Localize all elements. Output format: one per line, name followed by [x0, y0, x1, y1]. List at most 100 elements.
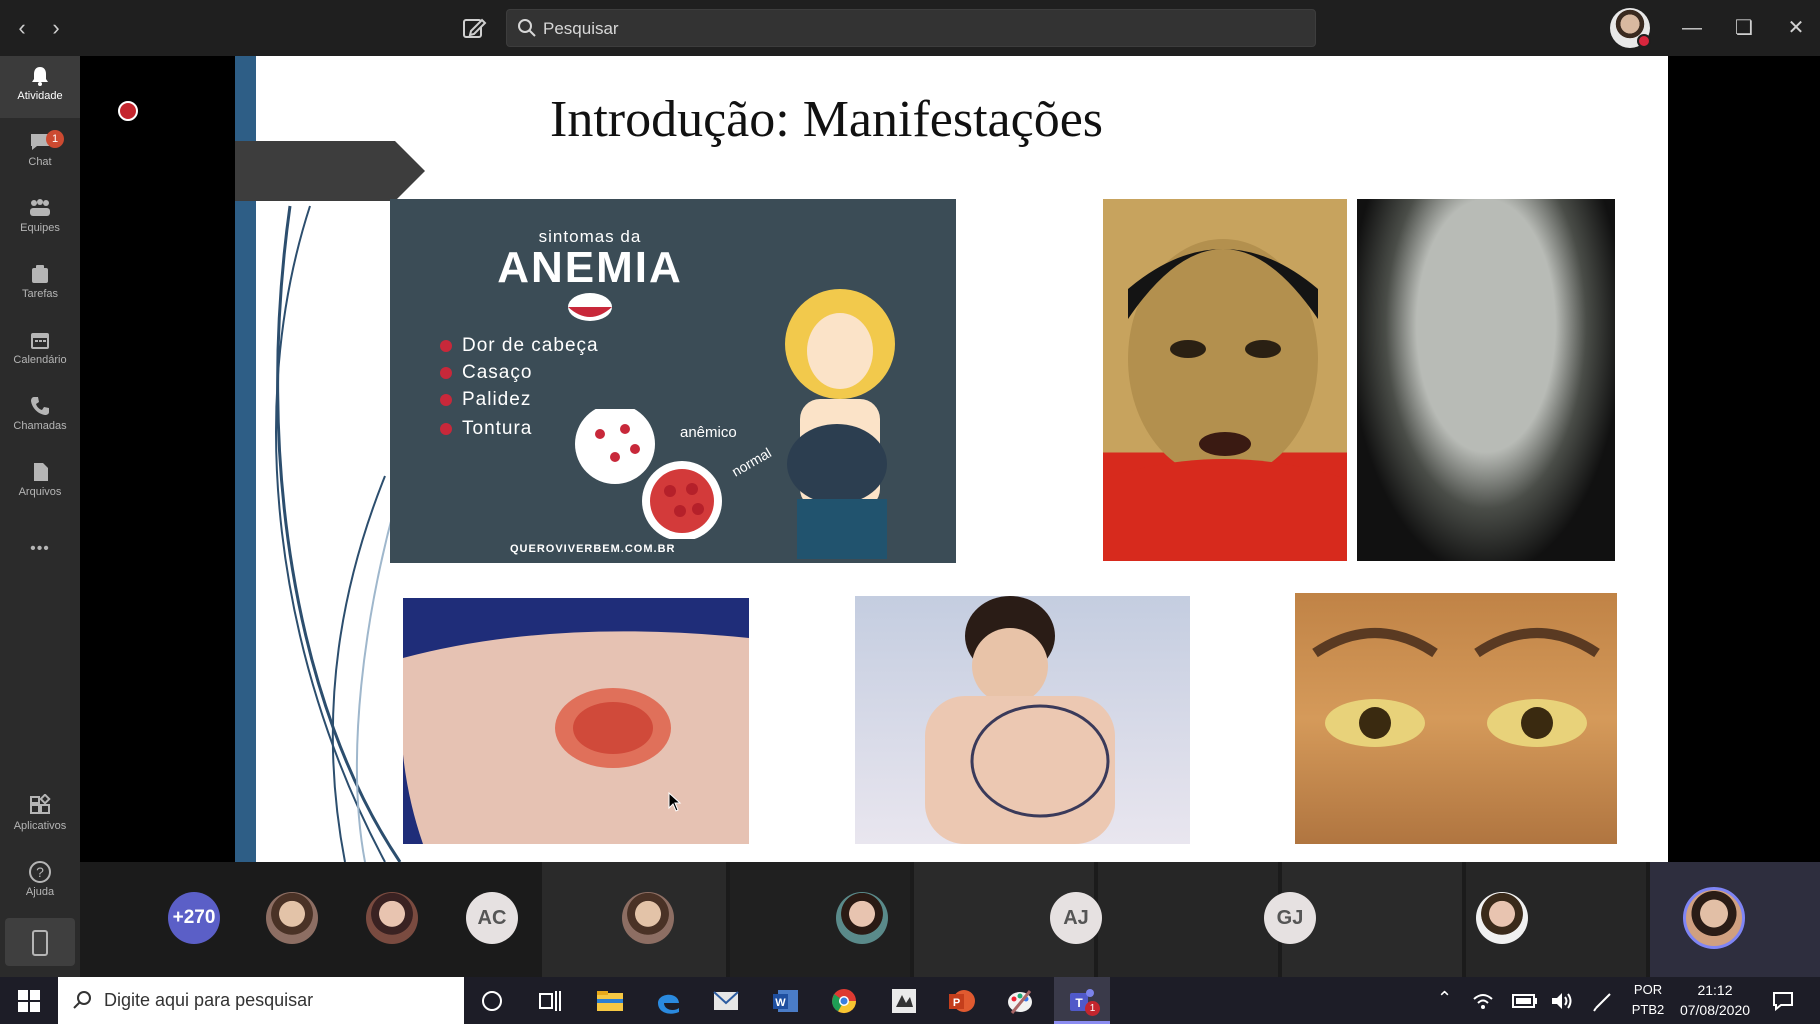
rail-label: Aplicativos: [13, 820, 67, 832]
label-normal: normal: [728, 444, 774, 480]
svg-text:T: T: [1075, 996, 1083, 1010]
rail-label: Equipes: [20, 222, 60, 234]
rail-item-calls[interactable]: Chamadas: [0, 386, 80, 448]
notifications-icon[interactable]: [1772, 991, 1794, 1011]
participant-overflow-badge[interactable]: +270: [168, 892, 220, 944]
clock-time[interactable]: 21:12: [1672, 982, 1758, 998]
keyboard-layout[interactable]: PTB2: [1626, 1002, 1670, 1017]
symptom-item: Palidez: [440, 389, 531, 411]
restore-icon[interactable]: ❏: [1728, 12, 1760, 44]
participant-avatar[interactable]: [266, 892, 318, 944]
title-bar: ‹ › Pesquisar — ❏ ✕: [0, 0, 1820, 56]
windows-start-icon[interactable]: [18, 990, 40, 1012]
participant-avatar[interactable]: AJ: [1050, 892, 1102, 944]
teams-icon: [30, 199, 50, 216]
recording-indicator: [118, 101, 138, 121]
bell-icon: [32, 67, 48, 86]
leg-ulcer-illustration: [403, 631, 749, 844]
anemia-symptoms-infographic: sintomas da ANEMIA Dor de cabeça Casaço …: [390, 199, 956, 563]
rail-item-calendar[interactable]: Calendário: [0, 320, 80, 382]
mobile-icon: [32, 930, 48, 956]
rail-label: Tarefas: [21, 288, 59, 300]
paint-icon[interactable]: [1004, 985, 1036, 1017]
task-view-icon[interactable]: [534, 985, 566, 1017]
svg-text:P: P: [953, 997, 960, 1009]
rail-item-help[interactable]: ? Ajuda: [0, 852, 80, 914]
infographic-title: ANEMIA: [497, 243, 683, 292]
volume-icon[interactable]: [1550, 991, 1574, 1011]
rail-label: Ajuda: [25, 886, 55, 898]
slide-arrow-shape: [235, 141, 425, 201]
pen-icon[interactable]: [1592, 990, 1614, 1012]
mail-icon[interactable]: [710, 985, 742, 1017]
child-splenomegaly-photo: [855, 596, 1190, 844]
app-icon[interactable]: [888, 985, 920, 1017]
participant-avatar[interactable]: GJ: [1264, 892, 1316, 944]
label-anemic: anêmico: [680, 424, 737, 441]
notification-badge: 1: [1085, 1001, 1100, 1016]
rail-item-teams[interactable]: Equipes: [0, 188, 80, 250]
participant-avatar[interactable]: [622, 892, 674, 944]
word-icon[interactable]: W: [770, 985, 802, 1017]
blood-drop-icon: [568, 293, 612, 321]
symptom-item: Dor de cabeça: [440, 335, 599, 357]
participant-avatar[interactable]: [1476, 892, 1528, 944]
mouse-cursor-icon: [668, 792, 682, 812]
participant-avatar[interactable]: [836, 892, 888, 944]
rail-item-files[interactable]: Arquivos: [0, 452, 80, 514]
calendar-icon: [31, 333, 49, 349]
clock-date[interactable]: 07/08/2020: [1672, 1002, 1758, 1018]
new-chat-icon[interactable]: [460, 14, 488, 42]
status-badge: [1637, 34, 1651, 48]
taskbar-search-placeholder: Digite aqui para pesquisar: [104, 990, 314, 1010]
child-face-photo: [1103, 199, 1347, 561]
participant-avatar[interactable]: AC: [466, 892, 518, 944]
minimize-icon[interactable]: —: [1676, 12, 1708, 44]
files-icon: [34, 463, 48, 481]
rail-item-apps[interactable]: Aplicativos: [0, 786, 80, 848]
participant-tile[interactable]: [1098, 862, 1278, 977]
symptom-item: Casaço: [440, 362, 532, 384]
child-face-illustration: [1103, 239, 1347, 561]
unread-badge: 1: [46, 130, 64, 148]
rail-label: Chat: [28, 156, 52, 168]
rail-label: Chamadas: [13, 420, 67, 432]
powerpoint-icon[interactable]: P: [946, 985, 978, 1017]
rail-item-chat[interactable]: Chat: [0, 122, 80, 184]
forward-arrow-icon[interactable]: ›: [44, 14, 68, 42]
teams-taskbar-button[interactable]: T 1: [1054, 977, 1110, 1024]
jaundice-eyes-photo: [1295, 593, 1617, 844]
close-icon[interactable]: ✕: [1780, 12, 1812, 44]
edge-icon[interactable]: [652, 985, 684, 1017]
participant-gallery: +270 AC AJ GJ: [80, 862, 1820, 977]
search-input[interactable]: Pesquisar: [506, 9, 1316, 47]
participant-avatar[interactable]: [366, 892, 418, 944]
language-indicator[interactable]: POR: [1626, 982, 1670, 997]
search-icon: [517, 18, 537, 43]
rail-label: Atividade: [17, 90, 63, 102]
back-arrow-icon[interactable]: ‹: [10, 14, 34, 42]
rail-item-tasks[interactable]: Tarefas: [0, 254, 80, 316]
infographic-source: QUEROVIVERBEM.COM.BR: [510, 543, 676, 555]
eyes-illustration: [1312, 628, 1600, 747]
taskbar-search-input[interactable]: Digite aqui para pesquisar: [58, 977, 464, 1024]
device-button[interactable]: [5, 918, 75, 966]
symptom-item: Tontura: [440, 418, 532, 440]
self-avatar[interactable]: [1683, 887, 1745, 949]
search-placeholder: Pesquisar: [543, 19, 619, 38]
network-icon[interactable]: [1472, 991, 1494, 1011]
chrome-icon[interactable]: [828, 985, 860, 1017]
file-explorer-icon[interactable]: [594, 985, 626, 1017]
rail-label: Calendário: [13, 354, 67, 366]
battery-icon[interactable]: [1512, 993, 1538, 1009]
more-apps-icon[interactable]: •••: [0, 540, 80, 558]
svg-text:?: ?: [36, 864, 44, 880]
woman-illustration: [785, 289, 895, 559]
rail-label: Arquivos: [18, 486, 62, 498]
child-abdomen-illustration: [925, 596, 1115, 844]
search-icon: [73, 991, 91, 1009]
windows-taskbar: Digite aqui para pesquisar W P T 1 ⌃ POR…: [0, 977, 1820, 1024]
chevron-up-icon[interactable]: ⌃: [1437, 988, 1452, 1009]
cortana-icon[interactable]: [476, 985, 508, 1017]
rail-item-activity[interactable]: Atividade: [0, 56, 80, 118]
